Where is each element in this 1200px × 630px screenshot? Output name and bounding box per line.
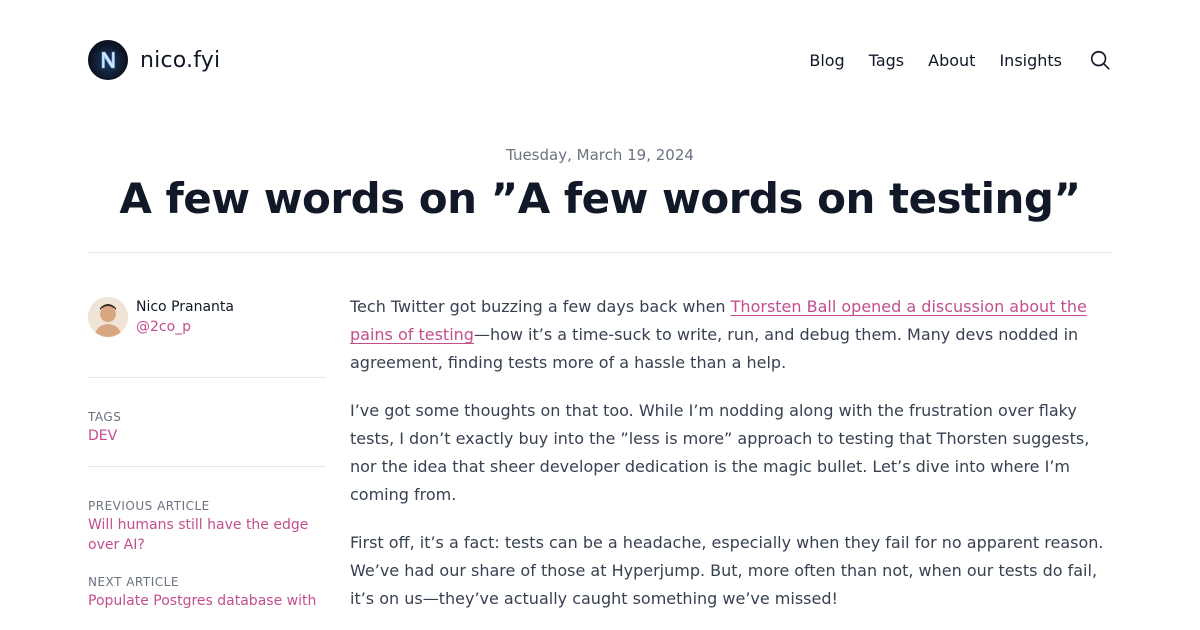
article-body: Tech Twitter got buzzing a few days back… [350,293,1112,630]
article-paragraph: First off, it’s a fact: tests can be a h… [350,533,1104,608]
post-date: Tuesday, March 19, 2024 [506,146,694,164]
tags-section: TAGS DEV [88,410,326,446]
header-divider [88,252,1112,253]
article-paragraph: I’ve got some thoughts on that too. Whil… [350,401,1090,504]
page: nico.fyi Blog Tags About Insights Tuesda… [0,0,1200,630]
site-name[interactable]: nico.fyi [140,48,220,73]
nav-about[interactable]: About [928,51,975,70]
logo-icon[interactable] [88,40,128,80]
tag-link-dev[interactable]: DEV [88,426,326,446]
nav-insights[interactable]: Insights [999,51,1062,70]
nav-tags[interactable]: Tags [869,51,904,70]
search-icon[interactable] [1088,48,1112,72]
nav-blog[interactable]: Blog [809,51,844,70]
next-article-section: NEXT ARTICLE Populate Postgres database … [88,575,326,611]
next-article-label: NEXT ARTICLE [88,575,179,589]
author-handle-link[interactable]: @2co_p [136,317,234,337]
tags-label: TAGS [88,410,122,424]
main-nav: Blog Tags About Insights [809,48,1112,72]
author-card: Nico Prananta @2co_p [88,297,326,341]
page-title: A few words on ”A few words on testing” [119,174,1081,223]
brand[interactable]: nico.fyi [88,40,220,80]
sidebar: Nico Prananta @2co_p TAGS DEV PREVIOUS A… [88,297,326,611]
next-article-link[interactable]: Populate Postgres database with [88,591,326,611]
sidebar-divider [88,466,326,467]
avatar [88,297,128,337]
previous-article-label: PREVIOUS ARTICLE [88,499,210,513]
logo-glyph [101,51,115,69]
sidebar-divider [88,377,326,378]
paragraph-text: Tech Twitter got buzzing a few days back… [350,297,731,316]
previous-article-section: PREVIOUS ARTICLE Will humans still have … [88,499,326,555]
previous-article-link[interactable]: Will humans still have the edge over AI? [88,515,326,555]
author-name: Nico Prananta [136,299,234,315]
author-info: Nico Prananta @2co_p [136,297,234,337]
site-header: nico.fyi Blog Tags About Insights [88,40,1112,80]
article-paragraph: Tech Twitter got buzzing a few days back… [350,293,1112,377]
